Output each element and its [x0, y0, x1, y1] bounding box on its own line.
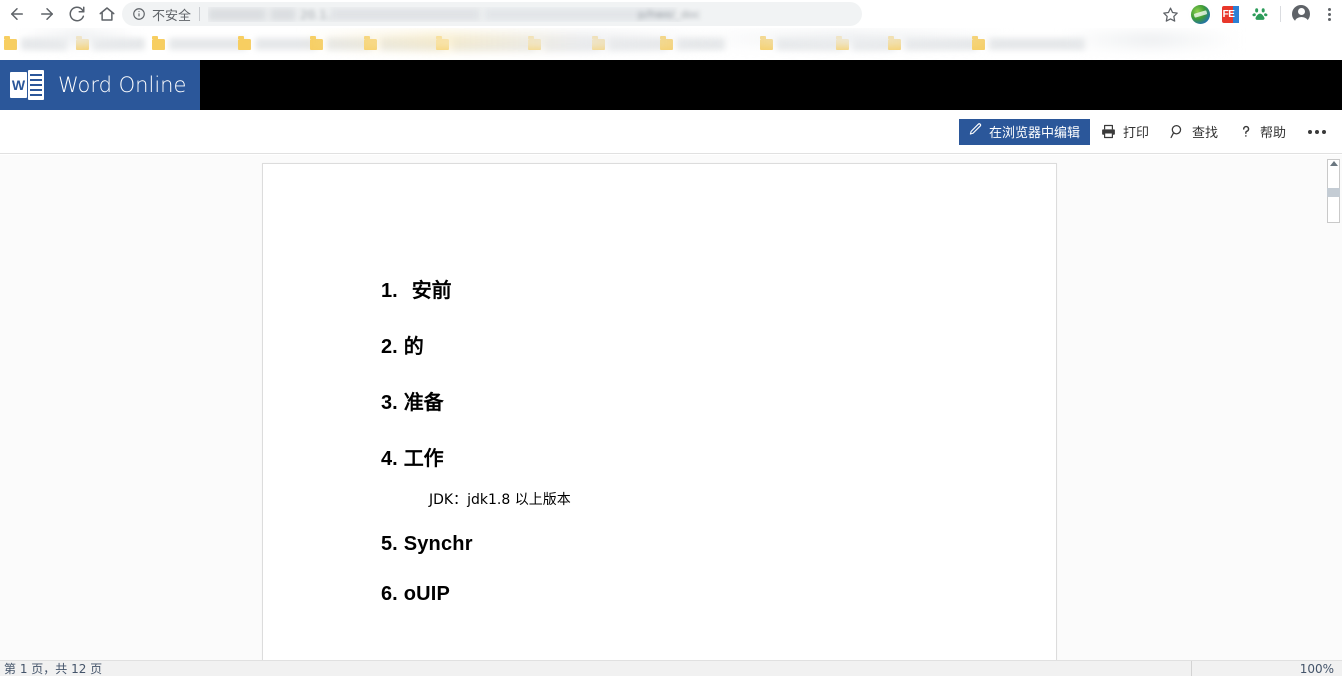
more-options-button[interactable]: [1296, 117, 1342, 147]
list-item-text: 安前: [411, 278, 452, 302]
browser-toolbar: 不安全 20.1. p/hwe/_doc FE: [0, 0, 1342, 28]
jdk-requirement-line: JDK：jdk1.8 以上版本: [429, 492, 571, 508]
list-item-number: 6.: [381, 583, 398, 605]
fe-extension-label: FE: [1222, 8, 1235, 20]
document-viewport: 1. 安前 2. 的 3. 准备 4. 工作 JDK：jdk1.8 以上版本 5…: [0, 155, 1342, 660]
word-logo-letter: W: [10, 72, 27, 98]
address-bar[interactable]: 不安全 20.1. p/hwe/_doc: [122, 2, 862, 26]
list-item-text: Synchr: [403, 533, 473, 555]
app-header: W Word Online: [0, 60, 1342, 110]
document-page: 1. 安前 2. 的 3. 准备 4. 工作 JDK：jdk1.8 以上版本 5…: [262, 163, 1057, 660]
scrollbar-thumb[interactable]: [1327, 188, 1340, 197]
help-label: 帮助: [1259, 126, 1286, 141]
info-circle-icon[interactable]: [132, 7, 146, 21]
url-text-redacted[interactable]: 20.1. p/hwe/_doc: [208, 7, 862, 22]
list-item-text: 工作: [403, 446, 444, 470]
list-item-text: oUIP: [403, 583, 451, 605]
url-ghost-b: p/hwe/_doc: [638, 7, 701, 21]
list-item-number: 2.: [381, 336, 398, 358]
pencil-icon: [968, 122, 983, 141]
word-logo-icon: W: [10, 70, 44, 100]
print-button[interactable]: 打印: [1090, 117, 1159, 147]
app-title: Word Online: [58, 73, 187, 97]
find-button[interactable]: 查找: [1159, 117, 1228, 147]
idm-extension-icon[interactable]: [1185, 0, 1215, 28]
document-action-toolbar: 在浏览器中编辑 打印 查找 帮助: [0, 110, 1342, 154]
fe-extension-icon[interactable]: FE: [1215, 0, 1245, 28]
app-brand[interactable]: W Word Online: [0, 60, 200, 110]
folder-icon: [152, 36, 165, 50]
list-item: 6. oUIP: [381, 583, 981, 606]
omnibox-divider: [199, 7, 201, 21]
bookmarks-bar[interactable]: [0, 28, 1342, 60]
profile-avatar[interactable]: [1286, 0, 1316, 28]
list-item-number: 1.: [381, 280, 398, 302]
list-item: 1. 安前: [381, 274, 981, 303]
baidu-extension-icon[interactable]: [1245, 0, 1275, 28]
print-label: 打印: [1122, 126, 1149, 141]
forward-arrow-icon[interactable]: [32, 0, 62, 28]
url-ghost-a: 20.1.: [300, 7, 331, 22]
list-item-number: 4.: [381, 448, 398, 470]
status-bar: 第 1 页，共 12 页 100%: [0, 660, 1342, 676]
document-scrollbar[interactable]: [1326, 155, 1342, 660]
security-status-label: 不安全: [152, 8, 192, 24]
find-label: 查找: [1191, 126, 1218, 141]
list-item-text: 准备: [403, 390, 444, 414]
zoom-level-label: 100%: [1299, 661, 1334, 676]
list-item: 5. Synchr: [381, 533, 981, 556]
question-mark-icon: [1238, 123, 1254, 140]
folder-icon: [4, 36, 17, 50]
reload-icon[interactable]: [62, 0, 92, 28]
magnifier-icon: [1169, 123, 1186, 140]
page-count-label: 第 1 页，共 12 页: [4, 662, 103, 676]
word-logo-document: [28, 70, 44, 100]
chrome-menu-icon[interactable]: [1316, 0, 1342, 28]
browser-actions: FE: [1155, 0, 1342, 28]
help-button[interactable]: 帮助: [1228, 117, 1296, 147]
list-item: 4. 工作: [381, 442, 981, 471]
list-item-number: 3.: [381, 392, 398, 414]
scroll-up-arrow-icon[interactable]: [1330, 161, 1338, 166]
status-divider: [1191, 661, 1192, 676]
edit-in-browser-button[interactable]: 在浏览器中编辑: [958, 118, 1090, 145]
printer-icon: [1100, 123, 1117, 140]
list-item: 2. 的: [381, 330, 981, 359]
bookmark-item[interactable]: [152, 34, 247, 54]
star-icon[interactable]: [1155, 0, 1185, 28]
toolbar-divider: [1280, 6, 1281, 22]
folder-icon: [238, 36, 251, 50]
list-item-number: 5.: [381, 533, 398, 555]
list-item-text: 的: [403, 334, 424, 358]
back-arrow-icon[interactable]: [2, 0, 32, 28]
document-content: 1. 安前 2. 的 3. 准备 4. 工作 JDK：jdk1.8 以上版本 5…: [381, 274, 981, 633]
edit-in-browser-label: 在浏览器中编辑: [988, 126, 1080, 141]
home-icon[interactable]: [92, 0, 122, 28]
list-item: 3. 准备: [381, 386, 981, 415]
